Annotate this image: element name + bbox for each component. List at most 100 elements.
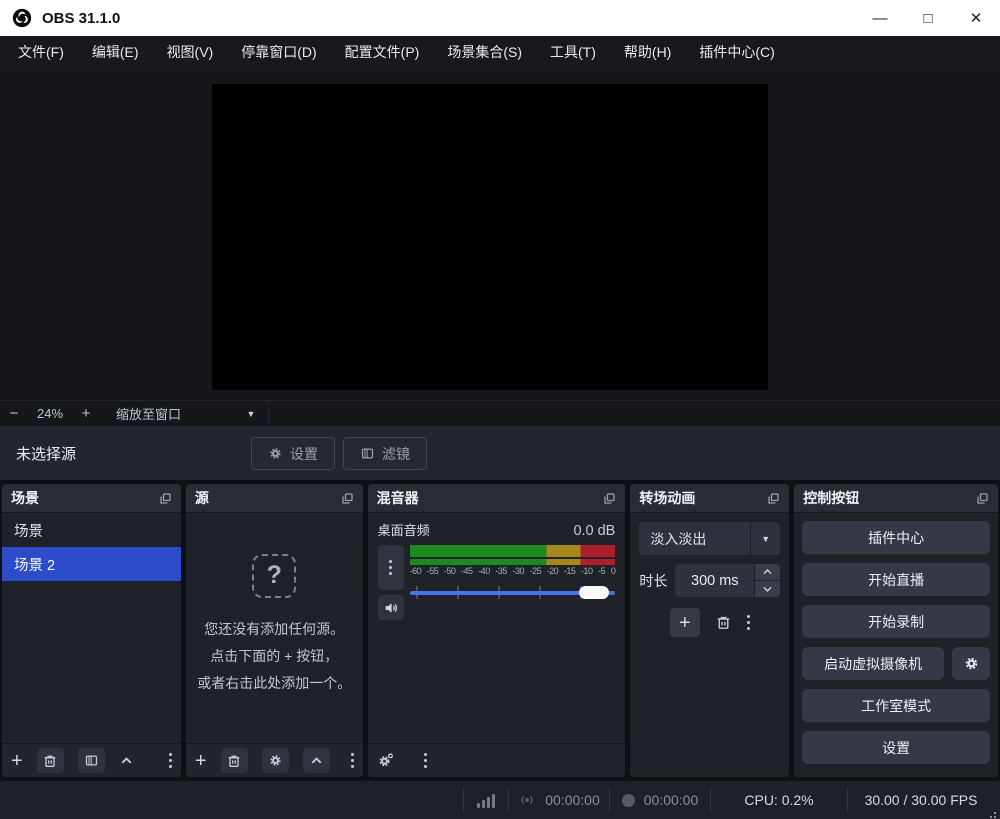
scenes-more-button[interactable]	[169, 753, 172, 768]
scene-transitions-panel: 转场动画 淡入淡出 ▼ 时长 300 ms	[630, 484, 789, 777]
titlebar: OBS 31.1.0 — □ ✕	[0, 0, 1000, 36]
add-transition-button[interactable]: +	[670, 608, 700, 637]
menu-file[interactable]: 文件(F)	[4, 36, 78, 68]
scene-item-selected[interactable]: 场景 2	[2, 547, 181, 581]
duration-value[interactable]: 300 ms	[675, 564, 754, 597]
volume-slider[interactable]	[410, 580, 616, 605]
menu-tools[interactable]: 工具(T)	[536, 36, 610, 68]
scenes-panel: 场景 场景 场景 2 +	[2, 484, 181, 777]
virtual-camera-gear-button[interactable]	[952, 647, 990, 680]
gear-icon	[268, 446, 283, 461]
menubar: 文件(F) 编辑(E) 视图(V) 停靠窗口(D) 配置文件(P) 场景集合(S…	[0, 36, 1000, 68]
zoom-in-button[interactable]: +	[72, 405, 100, 422]
obs-logo-icon	[12, 8, 32, 28]
channel-options-button[interactable]	[378, 545, 404, 590]
chevron-down-icon[interactable]: ▼	[750, 522, 780, 555]
remove-source-button[interactable]	[221, 748, 248, 773]
sources-panel-title: 源	[195, 488, 209, 508]
menu-plugin-center[interactable]: 插件中心(C)	[685, 36, 788, 68]
start-recording-button[interactable]: 开始录制	[802, 605, 990, 638]
add-scene-button[interactable]: +	[11, 751, 23, 771]
studio-mode-button[interactable]: 工作室模式	[802, 689, 990, 722]
meter-bar-right	[410, 559, 616, 565]
advanced-audio-gear-icon[interactable]	[377, 752, 394, 769]
meter-scale: -60-55 -50-45 -40-35 -30-25 -20-15 -10-5…	[410, 566, 616, 576]
zoom-out-button[interactable]: −	[0, 405, 28, 422]
zoom-fit-caret-icon[interactable]: ▼	[234, 409, 268, 419]
menu-help[interactable]: 帮助(H)	[610, 36, 685, 68]
statusbar: 00:00:00 00:00:00 CPU: 0.2% 30.00 / 30.0…	[0, 781, 1000, 819]
audio-mixer-panel: 混音器 桌面音频 0.0 dB	[368, 484, 626, 777]
controls-panel-title: 控制按钮	[803, 488, 859, 508]
duration-row: 时长 300 ms	[639, 564, 780, 597]
popout-icon[interactable]	[341, 492, 354, 505]
transition-more-button[interactable]	[747, 615, 750, 630]
volume-db-value: 0.0 dB	[573, 523, 615, 539]
mixer-toolbar	[368, 743, 626, 777]
menu-edit[interactable]: 编辑(E)	[78, 36, 153, 68]
slider-handle[interactable]	[579, 586, 609, 599]
spin-up-button[interactable]	[755, 564, 780, 580]
volume-meter	[410, 545, 616, 565]
transition-buttons: +	[639, 608, 780, 637]
move-scene-up-button[interactable]	[119, 753, 134, 768]
minimize-button[interactable]: —	[856, 0, 904, 36]
mixer-panel-title: 混音器	[377, 488, 419, 508]
sources-more-button[interactable]	[351, 753, 354, 768]
record-timer: 00:00:00	[610, 781, 710, 819]
sources-panel-header: 源	[186, 484, 363, 513]
mixer-more-button[interactable]	[424, 753, 427, 768]
popout-icon[interactable]	[159, 492, 172, 505]
stream-timer: 00:00:00	[509, 781, 609, 819]
source-properties-gear-button[interactable]	[262, 748, 289, 773]
obs-window: OBS 31.1.0 — □ ✕ 文件(F) 编辑(E) 视图(V) 停靠窗口(…	[0, 0, 1000, 819]
mixer-panel-header: 混音器	[368, 484, 626, 513]
preview-canvas[interactable]	[212, 84, 768, 390]
empty-hint-line: 点击下面的 + 按钮，	[210, 643, 338, 670]
sources-empty-state[interactable]: ? 您还没有添加任何源。 点击下面的 + 按钮， 或者右击此处添加一个。	[186, 513, 363, 743]
settings-button[interactable]: 设置	[802, 731, 990, 764]
broadcast-icon	[518, 791, 536, 809]
dock-area: 场景 场景 场景 2 +	[0, 481, 1000, 779]
start-streaming-button[interactable]: 开始直播	[802, 563, 990, 596]
mixer-channel: 桌面音频 0.0 dB	[368, 513, 626, 620]
source-properties-button[interactable]: 设置	[251, 437, 335, 470]
empty-hint-line: 您还没有添加任何源。	[204, 616, 344, 643]
menu-scene-collection[interactable]: 场景集合(S)	[433, 36, 536, 68]
start-virtual-camera-button[interactable]: 启动虚拟摄像机	[802, 647, 944, 680]
duration-spinner[interactable]: 300 ms	[675, 564, 780, 597]
popout-icon[interactable]	[976, 492, 989, 505]
scene-filters-button[interactable]	[78, 748, 105, 773]
popout-icon[interactable]	[767, 492, 780, 505]
source-filters-button[interactable]: 滤镜	[343, 437, 427, 470]
connection-signal-icon	[464, 781, 508, 819]
close-button[interactable]: ✕	[952, 0, 1000, 36]
transition-selected-value: 淡入淡出	[639, 529, 750, 549]
zoom-fit-dropdown[interactable]: 缩放至窗口	[116, 404, 234, 423]
maximize-button[interactable]: □	[904, 0, 952, 36]
remove-transition-button[interactable]	[715, 614, 732, 631]
transitions-body: 淡入淡出 ▼ 时长 300 ms	[630, 513, 789, 646]
source-filters-label: 滤镜	[382, 444, 410, 464]
scenes-panel-title: 场景	[11, 488, 39, 508]
plugin-center-button[interactable]: 插件中心	[802, 521, 990, 554]
resize-grip[interactable]	[994, 812, 996, 814]
source-properties-label: 设置	[290, 444, 318, 464]
sources-panel: 源 ? 您还没有添加任何源。 点击下面的 + 按钮， 或者右击此处添加一个。 +	[186, 484, 363, 777]
preview-area	[0, 68, 1000, 400]
move-source-up-button[interactable]	[303, 748, 330, 773]
menu-view[interactable]: 视图(V)	[153, 36, 228, 68]
window-controls: — □ ✕	[856, 0, 1000, 36]
transition-select[interactable]: 淡入淡出 ▼	[639, 522, 780, 555]
scene-item[interactable]: 场景	[2, 513, 181, 547]
add-source-button[interactable]: +	[195, 751, 207, 771]
fps-indicator: 30.00 / 30.00 FPS	[848, 781, 994, 819]
speaker-icon-button[interactable]	[378, 595, 404, 620]
menu-docks[interactable]: 停靠窗口(D)	[227, 36, 330, 68]
remove-scene-button[interactable]	[37, 748, 64, 773]
popout-icon[interactable]	[603, 492, 616, 505]
spin-down-button[interactable]	[755, 581, 780, 597]
controls-panel: 控制按钮 插件中心 开始直播 开始录制 启动虚拟摄像机	[794, 484, 998, 777]
menu-profile[interactable]: 配置文件(P)	[331, 36, 434, 68]
duration-label: 时长	[639, 571, 669, 591]
